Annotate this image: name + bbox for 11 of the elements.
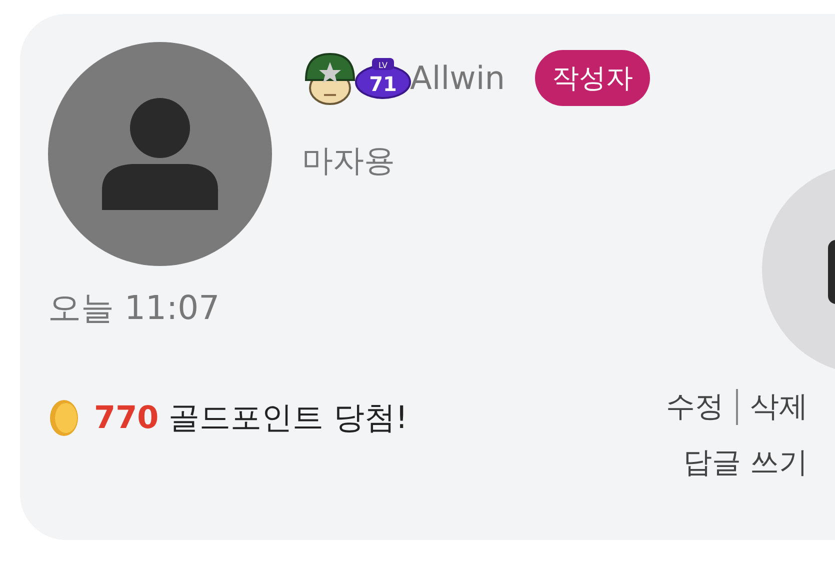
edit-link[interactable]: 수정 <box>666 387 724 427</box>
comment-time: 오늘 11:07 <box>48 287 221 329</box>
author-tag: 작성자 <box>535 50 650 106</box>
author-name: Allwin <box>410 59 506 97</box>
nickname: 마자용 <box>302 142 396 181</box>
person-icon <box>102 98 218 210</box>
coin-icon <box>48 399 80 437</box>
delete-link[interactable]: 삭제 <box>750 387 808 427</box>
reply-link[interactable]: 답글 쓰기 <box>682 443 808 483</box>
reward-message: 770 골드포인트 당첨! <box>94 399 408 438</box>
soldier-helmet-icon <box>302 50 358 106</box>
